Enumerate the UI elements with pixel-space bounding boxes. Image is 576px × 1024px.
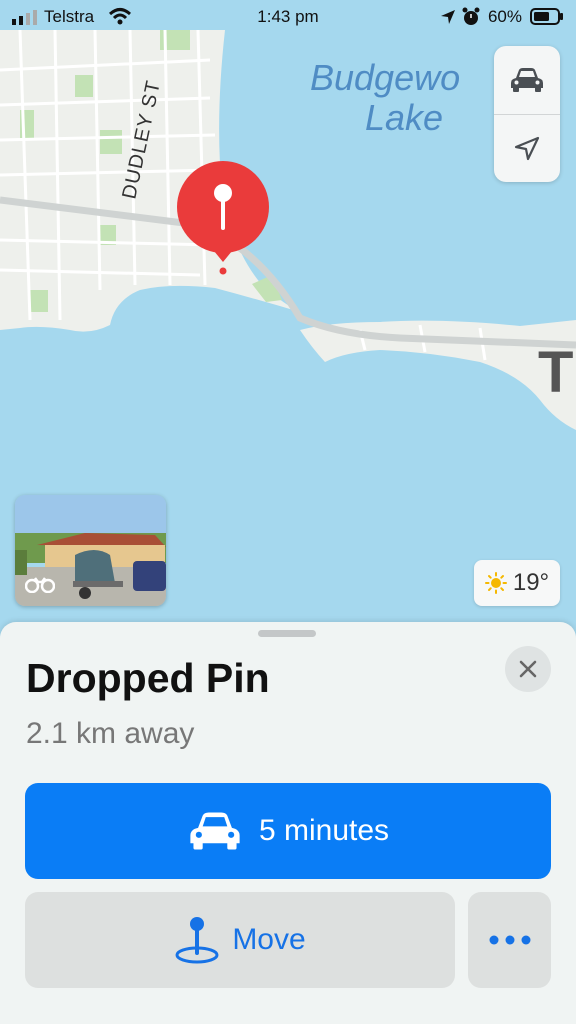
current-location-button[interactable] [494, 115, 560, 183]
lake-label: Lake [365, 97, 443, 138]
battery-icon [530, 8, 563, 25]
alarm-icon [462, 7, 480, 25]
battery-percent: 60% [487, 7, 522, 26]
pin-icon [175, 917, 219, 964]
directions-button[interactable]: 5 minutes [25, 783, 551, 879]
binoculars-icon [25, 577, 55, 593]
weather-badge[interactable]: 19° [474, 560, 560, 606]
temperature: 19° [512, 569, 550, 596]
status-bar: Telstra 1:43 pm 60% [0, 0, 576, 34]
move-button[interactable]: Move [25, 892, 455, 988]
car-icon [511, 68, 543, 92]
sun-icon [484, 572, 507, 594]
close-icon [519, 660, 537, 678]
car-icon [190, 812, 240, 850]
directions-label: 5 minutes [258, 814, 390, 847]
map-controls [494, 46, 560, 182]
more-icon [489, 935, 530, 945]
close-button[interactable] [505, 646, 551, 692]
location-services-icon [441, 10, 455, 24]
lake-label: Budgewo [310, 57, 460, 98]
move-label: Move [232, 923, 306, 956]
look-around-thumbnail[interactable] [15, 495, 166, 606]
drive-mode-button[interactable] [494, 46, 560, 114]
location-arrow-icon [514, 136, 540, 161]
place-distance: 2.1 km away [26, 717, 195, 750]
sheet-grabber[interactable] [258, 630, 316, 637]
place-label: T [538, 340, 573, 405]
place-title: Dropped Pin [26, 655, 270, 701]
more-button[interactable] [468, 892, 551, 988]
